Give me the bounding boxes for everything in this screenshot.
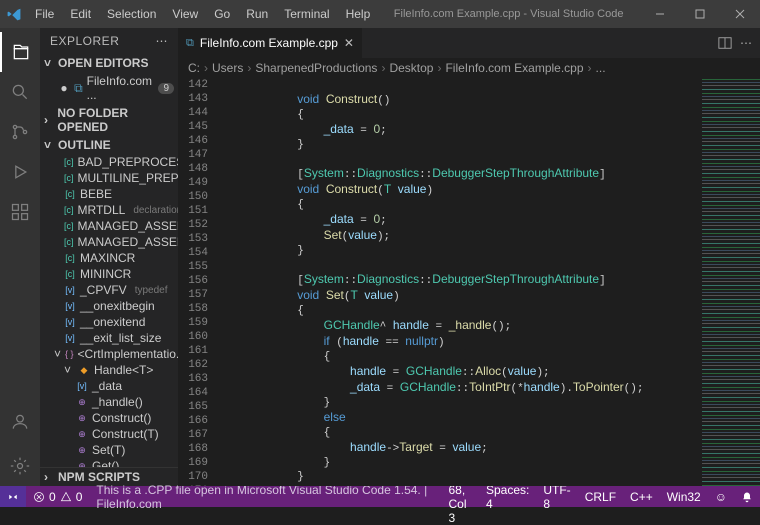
editor-tabs: ⧉ FileInfo.com Example.cpp ✕ ⋯: [178, 28, 760, 58]
status-bar: 0 0 This is a .CPP file open in Microsof…: [0, 486, 760, 507]
status-message: This is a .CPP file open in Microsoft Vi…: [89, 483, 441, 511]
func-symbol-icon: ⊕: [76, 396, 88, 408]
outline-item[interactable]: [c]MULTILINE_PREPR...: [40, 170, 178, 186]
sidebar-title: EXPLORER: [50, 34, 119, 48]
func-symbol-icon: ⊕: [76, 428, 88, 440]
chevron-icon: ˅: [54, 347, 61, 361]
const-symbol-icon: [c]: [64, 156, 74, 168]
var-symbol-icon: [v]: [64, 300, 76, 312]
close-icon[interactable]: ✕: [344, 36, 354, 50]
source-control-icon[interactable]: [0, 112, 40, 152]
breadcrumb-segment[interactable]: ...: [596, 61, 606, 75]
var-symbol-icon: [v]: [64, 332, 76, 344]
menu-edit[interactable]: Edit: [63, 3, 98, 25]
menu-view[interactable]: View: [165, 3, 205, 25]
problems-status[interactable]: 0 0: [26, 490, 89, 504]
menu-terminal[interactable]: Terminal: [277, 3, 336, 25]
const-symbol-icon: [c]: [64, 220, 74, 232]
maximize-button[interactable]: [680, 0, 720, 28]
more-actions-icon[interactable]: ⋯: [740, 36, 752, 50]
vscode-logo-icon: [0, 7, 28, 21]
accounts-icon[interactable]: [0, 402, 40, 442]
window-title: FileInfo.com Example.cpp - Visual Studio…: [377, 8, 640, 20]
const-symbol-icon: [c]: [64, 268, 76, 280]
code-editor[interactable]: void Construct() { _data = 0; } [System:…: [218, 78, 702, 486]
minimap[interactable]: [702, 78, 760, 486]
chevron-icon: ˅: [64, 363, 74, 377]
outline-item[interactable]: [v]_data: [40, 378, 178, 394]
outline-item[interactable]: [c]MANAGED_ASSER...: [40, 218, 178, 234]
problems-badge: 9: [158, 83, 174, 94]
breadcrumb-segment[interactable]: Desktop: [389, 61, 433, 75]
search-icon[interactable]: [0, 72, 40, 112]
outline-item[interactable]: ⊕Construct(): [40, 410, 178, 426]
cpp-file-icon: ⧉: [186, 37, 194, 50]
run-debug-icon[interactable]: [0, 152, 40, 192]
outline-item[interactable]: ˅◆Handle<T>: [40, 362, 178, 378]
breadcrumb-segment[interactable]: Users: [212, 61, 243, 75]
split-editor-icon[interactable]: [718, 36, 732, 50]
cpp-file-icon: ⧉: [74, 81, 83, 96]
const-symbol-icon: [c]: [64, 172, 74, 184]
outline-item[interactable]: [v]_CPVFVtypedef: [40, 282, 178, 298]
remote-indicator[interactable]: [0, 486, 26, 507]
open-editor-item[interactable]: ● ⧉ FileInfo.com ... 9: [40, 72, 178, 104]
outline-item[interactable]: ⊕Construct(T): [40, 426, 178, 442]
outline-item[interactable]: [c]MININCR: [40, 266, 178, 282]
outline-item[interactable]: [c]MANAGED_ASSER...: [40, 234, 178, 250]
breadcrumb-segment[interactable]: C:: [188, 61, 200, 75]
outline-item[interactable]: ⊕Get(): [40, 458, 178, 467]
minimize-button[interactable]: [640, 0, 680, 28]
breadcrumb-segment[interactable]: FileInfo.com Example.cpp: [445, 61, 583, 75]
outline-item[interactable]: ⊕_handle(): [40, 394, 178, 410]
outline-header[interactable]: ˅OUTLINE: [40, 136, 178, 154]
explorer-icon[interactable]: [0, 32, 40, 72]
editor-tab[interactable]: ⧉ FileInfo.com Example.cpp ✕: [178, 28, 363, 58]
editor-area: ⧉ FileInfo.com Example.cpp ✕ ⋯ C:›Users›…: [178, 28, 760, 486]
const-symbol-icon: [c]: [64, 236, 74, 248]
outline-item[interactable]: ⊕Set(T): [40, 442, 178, 458]
outline-item[interactable]: [c]BAD_PREPROCESS...: [40, 154, 178, 170]
activity-bar: [0, 28, 40, 486]
open-editors-header[interactable]: ˅OPEN EDITORS: [40, 54, 178, 72]
tab-label: FileInfo.com Example.cpp: [200, 36, 338, 50]
line-number-gutter: 142 143 144 145 146 147 148 149 150 151 …: [178, 78, 218, 486]
menu-selection[interactable]: Selection: [100, 3, 163, 25]
breadcrumb-segment[interactable]: SharpenedProductions: [255, 61, 377, 75]
const-symbol-icon: [c]: [64, 188, 76, 200]
outline-item[interactable]: [c]BEBE: [40, 186, 178, 202]
var-symbol-icon: [v]: [76, 380, 88, 392]
var-symbol-icon: [v]: [64, 316, 76, 328]
func-symbol-icon: ⊕: [76, 460, 88, 467]
ns-symbol-icon: { }: [65, 348, 74, 360]
outline-item[interactable]: [c]MRTDLLdeclaration: [40, 202, 178, 218]
const-symbol-icon: [c]: [64, 252, 76, 264]
sidebar: EXPLORER ⋯ ˅OPEN EDITORS ● ⧉ FileInfo.co…: [40, 28, 178, 486]
sidebar-more-icon[interactable]: ⋯: [156, 34, 169, 48]
settings-gear-icon[interactable]: [0, 446, 40, 486]
modified-dot-icon: ●: [58, 81, 70, 95]
close-button[interactable]: [720, 0, 760, 28]
outline-item[interactable]: [v]__onexitend: [40, 314, 178, 330]
outline-item[interactable]: ˅{ }<CrtImplementatio...: [40, 346, 178, 362]
func-symbol-icon: ⊕: [76, 444, 88, 456]
menu-run[interactable]: Run: [239, 3, 275, 25]
outline-item[interactable]: [c]MAXINCR: [40, 250, 178, 266]
menu-bar: FileEditSelectionViewGoRunTerminalHelp: [28, 3, 377, 25]
func-symbol-icon: ⊕: [76, 412, 88, 424]
menu-go[interactable]: Go: [207, 3, 237, 25]
menu-help[interactable]: Help: [339, 3, 378, 25]
title-bar: FileEditSelectionViewGoRunTerminalHelp F…: [0, 0, 760, 28]
extensions-icon[interactable]: [0, 192, 40, 232]
class-symbol-icon: ◆: [78, 364, 90, 376]
outline-tree: [c]BAD_PREPROCESS...[c]MULTILINE_PREPR..…: [40, 154, 178, 467]
const-symbol-icon: [c]: [64, 204, 74, 216]
no-folder-header[interactable]: ›NO FOLDER OPENED: [40, 104, 178, 136]
outline-item[interactable]: [v]__onexitbegin: [40, 298, 178, 314]
var-symbol-icon: [v]: [64, 284, 76, 296]
menu-file[interactable]: File: [28, 3, 61, 25]
breadcrumb[interactable]: C:›Users›SharpenedProductions›Desktop›Fi…: [178, 58, 760, 78]
outline-item[interactable]: [v]__exit_list_size: [40, 330, 178, 346]
